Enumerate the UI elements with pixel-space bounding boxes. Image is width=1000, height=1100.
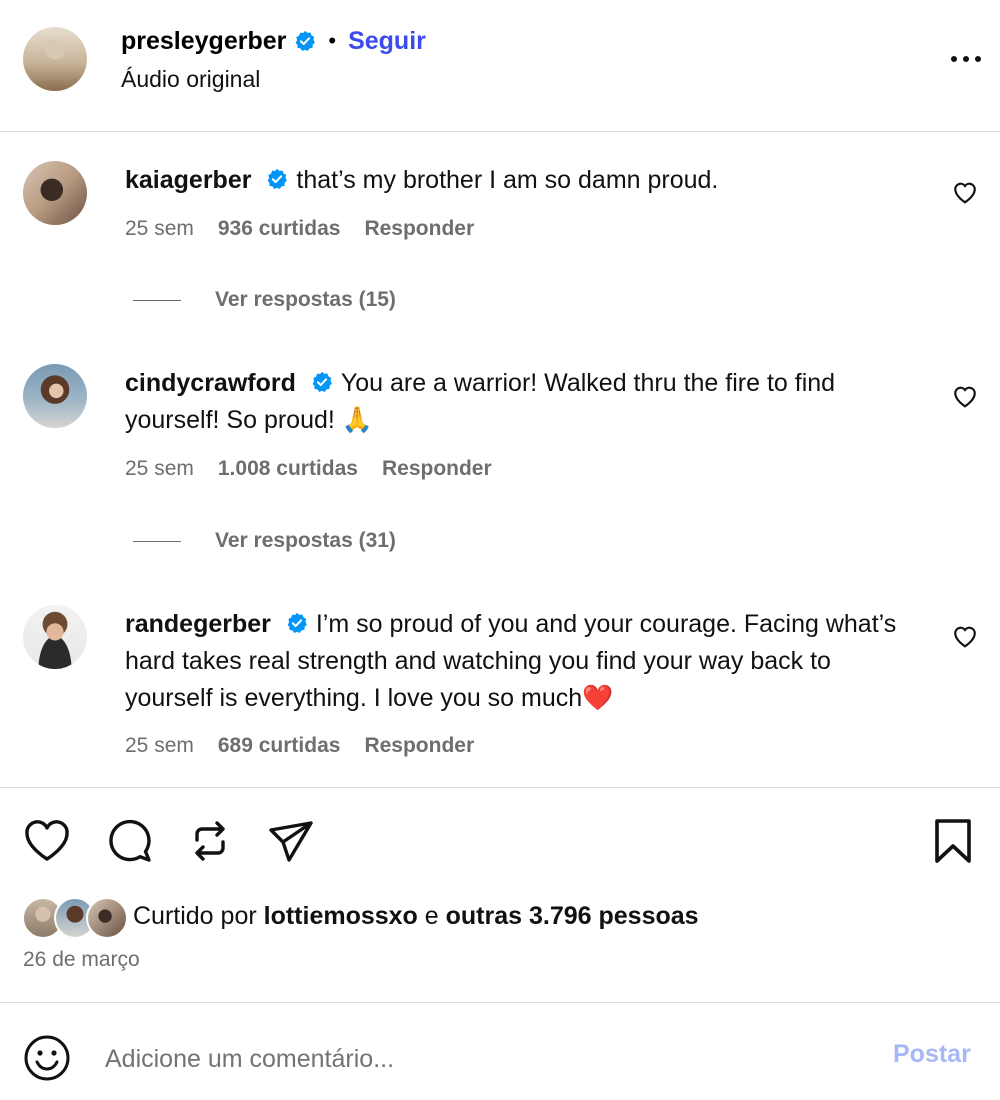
comment-likes[interactable]: 936 curtidas xyxy=(218,217,341,241)
like-heart-icon[interactable] xyxy=(22,818,72,864)
verified-badge-icon xyxy=(268,169,288,190)
commenter-avatar[interactable] xyxy=(23,605,87,669)
commenter-avatar[interactable] xyxy=(23,161,87,225)
view-replies-button[interactable]: Ver respostas (31) xyxy=(133,529,396,553)
comment-meta: 25 sem 1.008 curtidas Responder xyxy=(125,457,492,481)
liked-by-connector: e xyxy=(424,902,439,930)
liker-avatar[interactable] xyxy=(86,897,128,939)
liked-by-others[interactable]: outras 3.796 pessoas xyxy=(446,902,699,930)
comment-like-heart-icon[interactable] xyxy=(952,624,978,648)
commenter-username[interactable]: randegerber xyxy=(125,610,271,638)
verified-badge-icon xyxy=(296,30,316,51)
comment-meta: 25 sem 936 curtidas Responder xyxy=(125,217,474,241)
replies-line xyxy=(133,540,181,542)
original-audio-link[interactable]: Áudio original xyxy=(121,66,260,93)
more-horizontal-icon[interactable] xyxy=(946,46,986,72)
comment-meta: 25 sem 689 curtidas Responder xyxy=(125,734,474,758)
replies-line xyxy=(133,299,181,301)
follow-button[interactable]: Seguir xyxy=(348,27,426,56)
comment-like-heart-icon[interactable] xyxy=(952,180,978,204)
verified-badge-icon xyxy=(287,613,307,634)
post-header: presleygerber • Seguir Áudio original xyxy=(0,0,1000,132)
liked-by-prefix: Curtido por xyxy=(133,902,257,930)
comment-body: cindycrawford You are a warrior! Walked … xyxy=(125,365,925,439)
comment-time[interactable]: 25 sem xyxy=(125,217,194,241)
save-bookmark-icon[interactable] xyxy=(932,818,974,864)
author-avatar[interactable] xyxy=(23,27,87,91)
post-date[interactable]: 26 de março xyxy=(23,948,140,972)
verified-badge-icon xyxy=(312,372,332,393)
comment-like-heart-icon[interactable] xyxy=(952,384,978,408)
view-replies-label: Ver respostas (31) xyxy=(215,529,396,552)
commenter-username[interactable]: cindycrawford xyxy=(125,369,296,397)
comment-body: randegerber I’m so proud of you and your… xyxy=(125,606,925,717)
comment-input[interactable] xyxy=(103,1036,867,1082)
comment-text: that’s my brother I am so damn proud. xyxy=(296,166,719,194)
divider xyxy=(0,787,1000,788)
commenter-avatar[interactable] xyxy=(23,364,87,428)
view-replies-button[interactable]: Ver respostas (15) xyxy=(133,288,396,312)
author-line: presleygerber • Seguir xyxy=(121,24,426,58)
likes-summary: Curtido por lottiemossxo e outras 3.796 … xyxy=(133,902,699,931)
comment-bubble-icon[interactable] xyxy=(104,818,154,864)
reply-button[interactable]: Responder xyxy=(382,457,492,481)
comment-time[interactable]: 25 sem xyxy=(125,734,194,758)
separator-dot: • xyxy=(328,28,337,53)
author-username[interactable]: presleygerber xyxy=(121,27,286,56)
comment-likes[interactable]: 1.008 curtidas xyxy=(218,457,358,481)
reply-button[interactable]: Responder xyxy=(364,734,474,758)
repost-icon[interactable] xyxy=(186,818,234,864)
reply-button[interactable]: Responder xyxy=(364,217,474,241)
share-send-icon[interactable] xyxy=(266,818,316,864)
divider xyxy=(0,1002,1000,1003)
view-replies-label: Ver respostas (15) xyxy=(215,288,396,311)
comment-body: kaiagerber that’s my brother I am so dam… xyxy=(125,162,925,199)
comment-time[interactable]: 25 sem xyxy=(125,457,194,481)
commenter-username[interactable]: kaiagerber xyxy=(125,166,251,194)
emoji-icon[interactable] xyxy=(23,1034,71,1082)
comment-likes[interactable]: 689 curtidas xyxy=(218,734,341,758)
post-button[interactable]: Postar xyxy=(893,1040,971,1069)
liked-by-user[interactable]: lottiemossxo xyxy=(264,902,418,930)
